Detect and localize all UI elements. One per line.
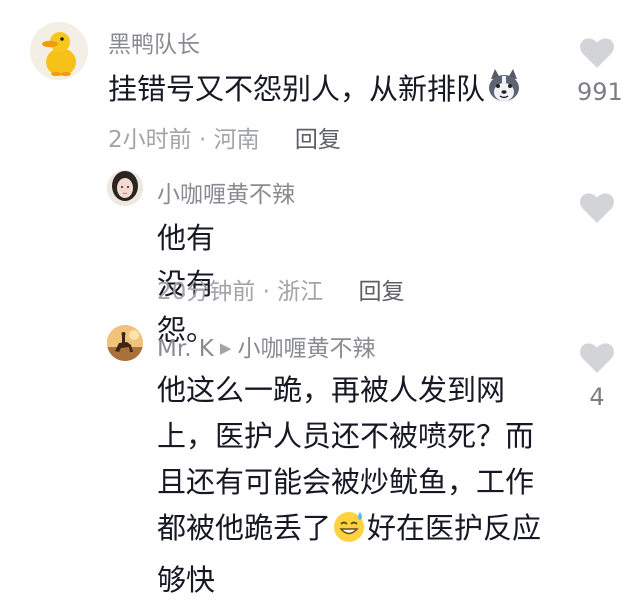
comment-username[interactable]: Mr. K — [157, 336, 214, 362]
reply-arrow-icon: ▶ — [219, 339, 232, 357]
reply-button[interactable]: 回复 — [295, 127, 341, 153]
comment-username[interactable]: 黑鸭队长 — [108, 25, 200, 59]
horse-rider-avatar-icon — [107, 325, 143, 361]
heart-icon — [580, 193, 614, 223]
reply-button[interactable]: 回复 — [359, 279, 405, 305]
comment-location: 河南 — [213, 127, 260, 153]
comment-time: 2小时前 — [108, 127, 192, 153]
comment-text: 挂错号又不怨别人，从新排队 — [108, 66, 523, 118]
comment-text: 他这么一跪，再被人发到网 上，医护人员还不被喷死？而 且还有可能会被炒鱿鱼，工作… — [157, 367, 577, 603]
comment-text-line: 且还有可能会被炒鱿鱼，工作 — [157, 465, 535, 499]
like-button[interactable]: 4 — [577, 343, 617, 411]
duck-avatar-icon — [42, 32, 76, 76]
comment-text-segment: 好在医护反应 — [367, 511, 542, 545]
comment-text-segment: 都被他跪丢了 — [157, 511, 332, 545]
heart-icon — [580, 343, 614, 373]
like-button[interactable] — [577, 193, 617, 223]
comment-text-line: 够快 — [157, 563, 216, 597]
avatar[interactable] — [107, 170, 143, 206]
meta-separator: · — [198, 127, 214, 153]
like-count: 991 — [577, 78, 623, 106]
avatar[interactable] — [30, 22, 88, 80]
comment-meta: 20分钟前 · 浙江 回复 — [157, 272, 405, 306]
comment-username[interactable]: 小咖喱黄不辣 — [157, 175, 295, 209]
like-button[interactable]: 991 — [577, 38, 623, 106]
comment-time: 20分钟前 — [157, 279, 256, 305]
comment-text-body: 挂错号又不怨别人，从新排队 — [108, 72, 486, 106]
comment-location: 浙江 — [277, 279, 324, 305]
heart-icon — [580, 38, 614, 68]
reply-to-username[interactable]: 小咖喱黄不辣 — [237, 336, 375, 362]
user-portrait-icon — [107, 170, 143, 206]
husky-dog-emoji-icon — [485, 67, 523, 118]
meta-separator: · — [262, 279, 278, 305]
avatar[interactable] — [107, 325, 143, 361]
sweat-smile-emoji-icon — [331, 508, 367, 557]
comment-text-line: 都被他跪丢了 好在医护反应 — [157, 505, 577, 557]
like-count: 4 — [589, 383, 605, 411]
comment-meta: 2小时前 · 河南 回复 — [108, 120, 341, 154]
comment-text-line: 他这么一跪，再被人发到网 — [157, 373, 506, 407]
comment-username-line: Mr. K ▶ 小咖喱黄不辣 — [157, 329, 375, 363]
comment-text-line: 上，医护人员还不被喷死？而 — [157, 419, 535, 453]
